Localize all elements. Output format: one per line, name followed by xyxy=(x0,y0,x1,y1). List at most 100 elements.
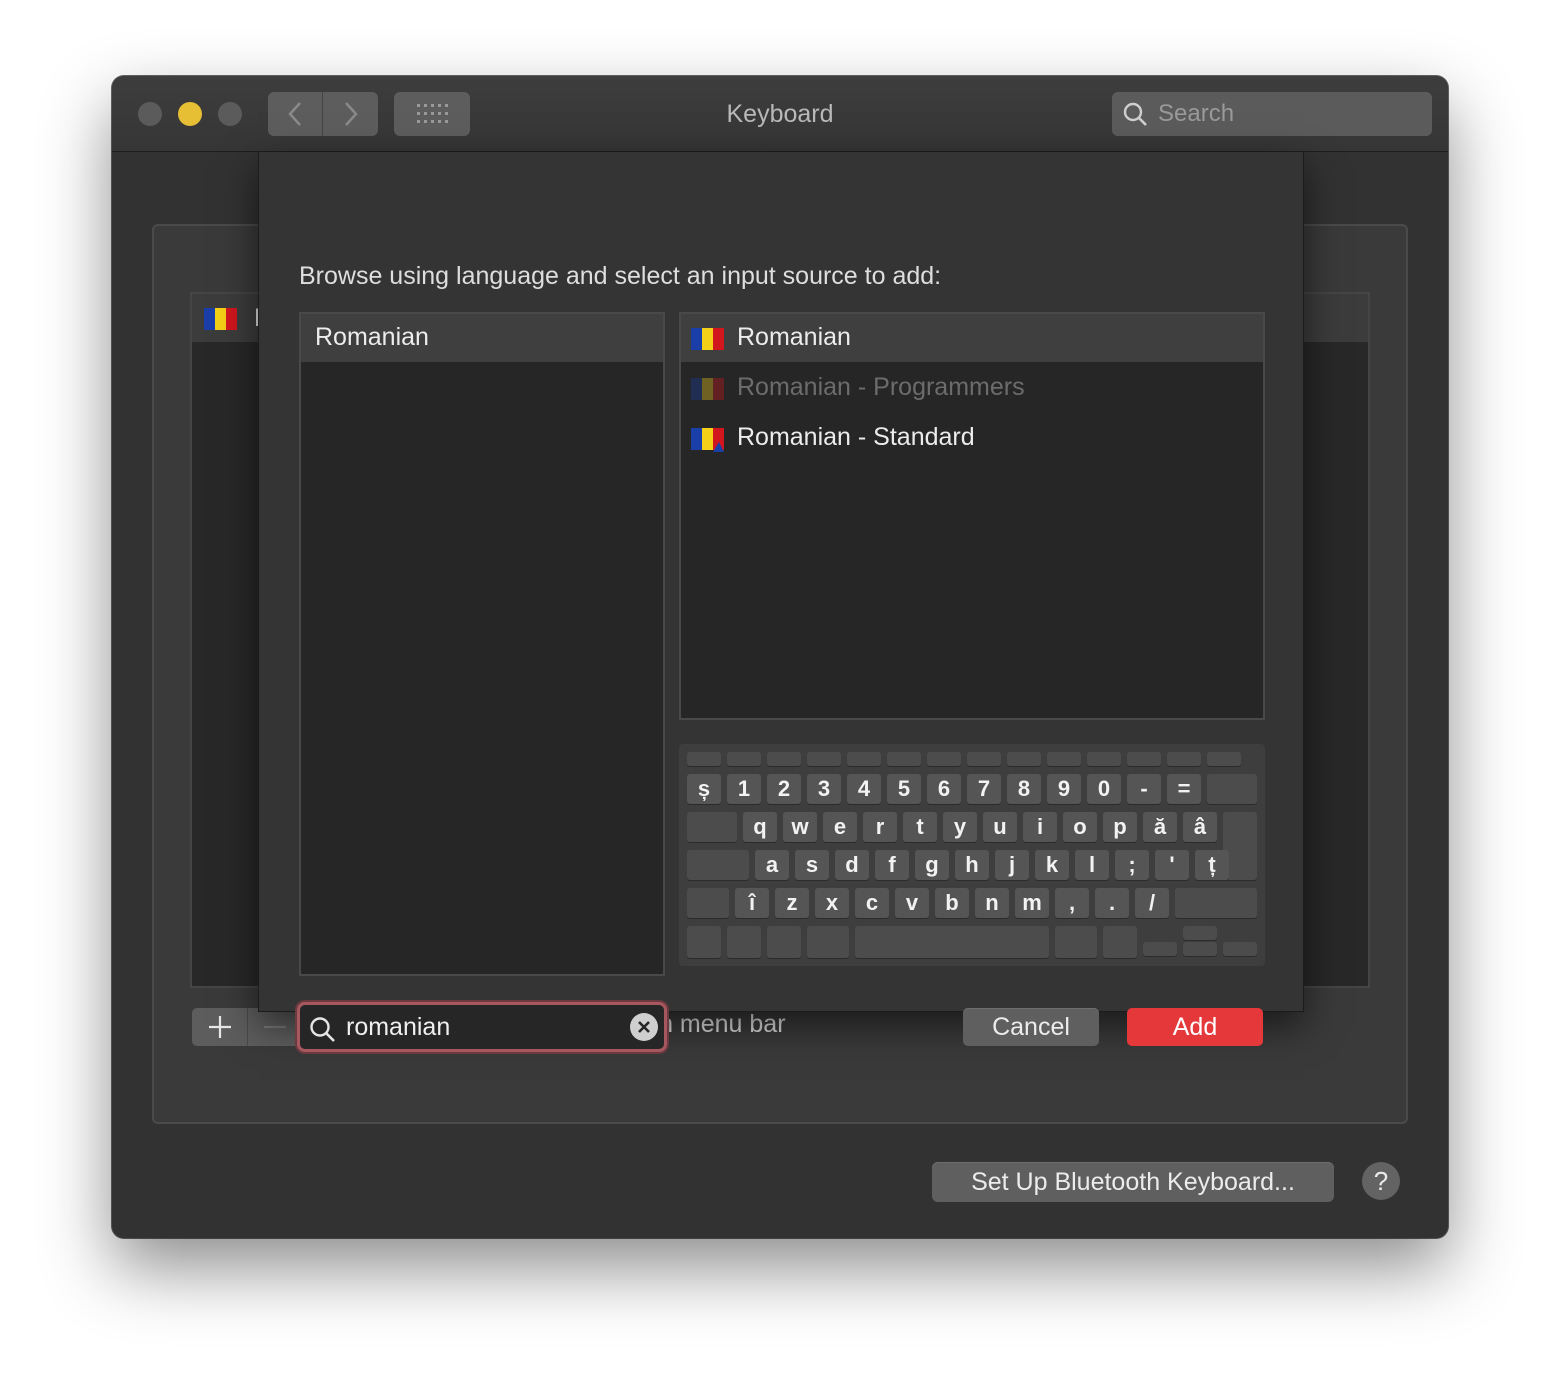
keyboard-key-blank xyxy=(687,926,721,958)
source-item-romanian-programmers: Romanian - Programmers xyxy=(681,364,1263,412)
keyboard-key: x xyxy=(815,888,849,918)
keyboard-key: / xyxy=(1135,888,1169,918)
keyboard-key: n xyxy=(975,888,1009,918)
bluetooth-keyboard-button[interactable]: Set Up Bluetooth Keyboard... xyxy=(932,1162,1334,1202)
keyboard-key-blank xyxy=(1103,926,1137,958)
sheet-prompt: Browse using language and select an inpu… xyxy=(299,262,942,290)
preferences-search[interactable] xyxy=(1112,92,1432,136)
keyboard-key: î xyxy=(735,888,769,918)
minus-icon xyxy=(264,1025,286,1029)
keyboard-key-blank xyxy=(1175,888,1257,918)
keyboard-key: l xyxy=(1075,850,1109,880)
add-remove-control xyxy=(192,1008,302,1046)
clear-search-button[interactable] xyxy=(630,1013,658,1041)
keyboard-key-blank xyxy=(1143,942,1177,956)
keyboard-key: - xyxy=(1127,774,1161,804)
keyboard-key: 8 xyxy=(1007,774,1041,804)
language-list: Romanian xyxy=(299,312,665,976)
keyboard-key: = xyxy=(1167,774,1201,804)
keyboard-key: d xyxy=(835,850,869,880)
input-source-list: Romanian Romanian - Programmers Romanian… xyxy=(679,312,1265,720)
keyboard-key: ă xyxy=(1143,812,1177,842)
keyboard-key: c xyxy=(855,888,889,918)
keyboard-key-blank xyxy=(687,850,749,880)
source-item-label: Romanian - Standard xyxy=(737,423,975,451)
keyboard-key-blank xyxy=(1127,752,1161,766)
help-button[interactable]: ? xyxy=(1362,1162,1400,1200)
keyboard-key: r xyxy=(863,812,897,842)
keyboard-key: 6 xyxy=(927,774,961,804)
keyboard-key-blank xyxy=(887,752,921,766)
add-source-button[interactable] xyxy=(192,1008,247,1046)
keyboard-key: a xyxy=(755,850,789,880)
keyboard-key-blank xyxy=(727,752,761,766)
romanian-flag-icon xyxy=(691,428,724,452)
keyboard-key: w xyxy=(783,812,817,842)
keyboard-key-blank xyxy=(727,926,761,958)
keyboard-key: p xyxy=(1103,812,1137,842)
keyboard-key: z xyxy=(775,888,809,918)
keyboard-key: ț xyxy=(1195,850,1229,880)
keyboard-key: k xyxy=(1035,850,1069,880)
language-item-romanian[interactable]: Romanian xyxy=(301,314,663,362)
keyboard-key-blank xyxy=(1007,752,1041,766)
keyboard-key-blank xyxy=(1207,774,1257,804)
keyboard-key-blank xyxy=(1183,926,1217,940)
keyboard-key: 9 xyxy=(1047,774,1081,804)
keyboard-key: 1 xyxy=(727,774,761,804)
keyboard-key: h xyxy=(955,850,989,880)
keyboard-key: ' xyxy=(1155,850,1189,880)
add-button[interactable]: Add xyxy=(1127,1008,1263,1046)
keyboard-key-blank xyxy=(855,926,1049,958)
language-search-input[interactable] xyxy=(346,1005,626,1049)
keyboard-key: i xyxy=(1023,812,1057,842)
source-item-romanian[interactable]: Romanian xyxy=(681,314,1263,362)
source-item-romanian-standard[interactable]: Romanian - Standard xyxy=(681,414,1263,462)
keyboard-key-blank xyxy=(1223,942,1257,956)
keyboard-key: 7 xyxy=(967,774,1001,804)
search-input[interactable] xyxy=(1158,92,1418,136)
keyboard-key-blank xyxy=(1207,752,1241,766)
keyboard-key: s xyxy=(795,850,829,880)
keyboard-key: y xyxy=(943,812,977,842)
keyboard-key: e xyxy=(823,812,857,842)
keyboard-key-blank xyxy=(1167,752,1201,766)
source-item-label: Romanian xyxy=(737,323,851,351)
keyboard-key: o xyxy=(1063,812,1097,842)
keyboard-key-blank xyxy=(1055,926,1097,958)
keyboard-key: 2 xyxy=(767,774,801,804)
keyboard-key: , xyxy=(1055,888,1089,918)
romanian-flag-icon xyxy=(691,328,724,350)
search-icon xyxy=(1123,102,1147,126)
keyboard-key-blank xyxy=(687,888,729,918)
keyboard-key-blank xyxy=(687,812,737,842)
keyboard-key: â xyxy=(1183,812,1217,842)
keyboard-key: ș xyxy=(687,774,721,804)
remove-source-button[interactable] xyxy=(247,1008,302,1046)
keyboard-key: t xyxy=(903,812,937,842)
cancel-button[interactable]: Cancel xyxy=(963,1008,1099,1046)
keyboard-key: 5 xyxy=(887,774,921,804)
keyboard-key: 0 xyxy=(1087,774,1121,804)
keyboard-key: q xyxy=(743,812,777,842)
keyboard-key-blank xyxy=(767,752,801,766)
language-item-label: Romanian xyxy=(315,323,429,351)
clear-icon xyxy=(638,1021,650,1033)
romanian-flag-icon xyxy=(691,378,724,400)
keyboard-key-blank xyxy=(807,926,849,958)
keyboard-key: 3 xyxy=(807,774,841,804)
title-bar: Keyboard xyxy=(112,76,1448,152)
keyboard-key-blank xyxy=(967,752,1001,766)
keyboard-key-blank xyxy=(1047,752,1081,766)
add-input-source-sheet: Browse using language and select an inpu… xyxy=(258,152,1304,1052)
keyboard-key-blank xyxy=(847,752,881,766)
source-item-label: Romanian - Programmers xyxy=(737,373,1025,401)
keyboard-key: b xyxy=(935,888,969,918)
keyboard-key: v xyxy=(895,888,929,918)
keyboard-key: g xyxy=(915,850,949,880)
keyboard-preferences-window: Keyboard R Show Input menu in menu bar S… xyxy=(112,76,1448,1238)
language-search-field[interactable] xyxy=(297,1002,667,1052)
keyboard-key-blank xyxy=(687,752,721,766)
keyboard-key: m xyxy=(1015,888,1049,918)
romanian-flag-icon xyxy=(204,308,237,330)
